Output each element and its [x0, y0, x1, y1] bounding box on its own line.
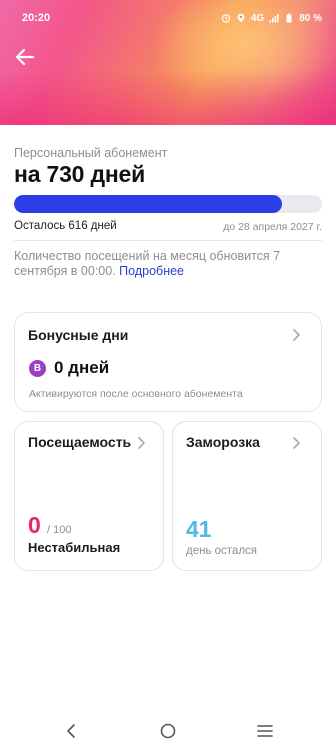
status-time: 20:20: [22, 12, 51, 24]
battery-level: 80 %: [299, 12, 322, 24]
bonus-title: Бонусные дни: [28, 327, 129, 343]
attendance-card[interactable]: Посещаемость 0 / 100 Нестабильная: [14, 421, 164, 571]
chevron-right-icon: [293, 329, 300, 341]
status-icons: 4G 80 %: [221, 13, 322, 24]
status-bar: 20:20 4G 80 %: [0, 0, 336, 36]
visits-note: Количество посещений на месяц обновится …: [14, 249, 314, 279]
bonus-note: Активируются после основного абонемента: [29, 388, 243, 400]
banner-gradient: [0, 70, 336, 125]
attendance-max: / 100: [47, 524, 72, 536]
nav-back-icon[interactable]: [62, 722, 80, 740]
plan-title: на 730 дней: [14, 161, 146, 187]
system-nav-bar: [0, 708, 336, 751]
nav-home-icon[interactable]: [159, 722, 177, 740]
freeze-value: 41: [186, 516, 212, 542]
more-link[interactable]: Подробнее: [119, 264, 184, 278]
freeze-title: Заморозка: [186, 434, 260, 450]
location-icon: [237, 13, 245, 23]
plan-end-date: до 28 апреля 2027 г.: [223, 221, 322, 233]
attendance-value: 0: [28, 512, 41, 538]
bonus-days-card[interactable]: Бонусные дни B 0 дней Активируются после…: [14, 312, 322, 412]
attendance-title: Посещаемость: [28, 434, 132, 450]
freeze-card[interactable]: Заморозка 41 день остался: [172, 421, 322, 571]
chevron-right-icon: [138, 437, 145, 449]
attendance-status: Нестабильная: [28, 540, 121, 555]
plan-progress-fill: [14, 195, 282, 213]
divider: [14, 240, 322, 241]
plan-label: Персональный абонемент: [14, 146, 168, 160]
content-sheet: Персональный абонемент на 730 дней Остал…: [0, 125, 336, 751]
bonus-days-value: 0 дней: [54, 358, 110, 377]
plan-progress-bar: [14, 195, 322, 213]
days-remaining: Осталось 616 дней: [14, 220, 117, 232]
signal-icon: [269, 14, 279, 23]
bonus-badge: B: [29, 360, 46, 377]
back-arrow-icon[interactable]: [12, 44, 38, 70]
nav-menu-icon[interactable]: [256, 722, 274, 740]
battery-icon: [286, 13, 292, 23]
network-type: 4G: [250, 12, 265, 24]
freeze-label: день остался: [186, 545, 258, 557]
chevron-right-icon: [293, 437, 300, 449]
alarm-icon: [221, 14, 231, 23]
